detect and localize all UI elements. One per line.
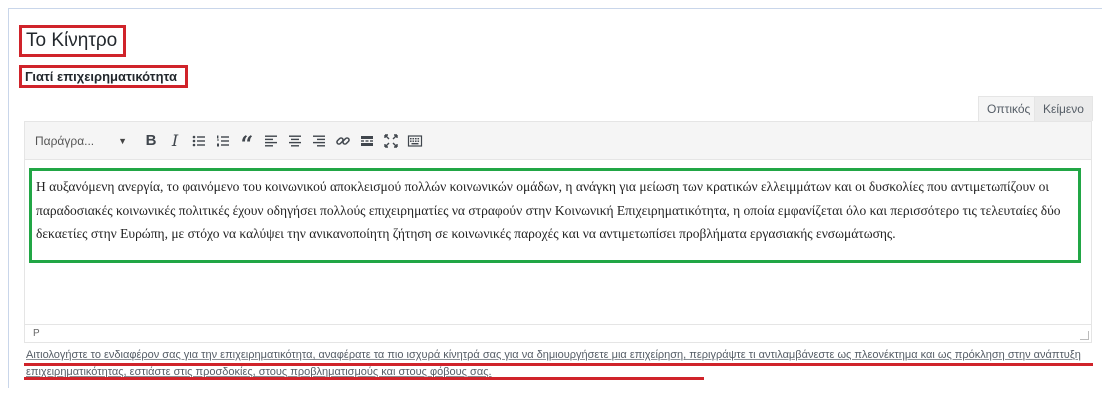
element-path: P (25, 324, 1091, 342)
field-label: Γιατί επιχειρηματικότητα (19, 65, 188, 88)
italic-button[interactable]: I (164, 130, 186, 152)
editor-content[interactable]: Η αυξανόμενη ανεργία, το φαινόμενο του κ… (29, 168, 1081, 263)
tab-visual[interactable]: Οπτικός (978, 96, 1040, 121)
align-center-button[interactable] (284, 130, 306, 152)
highlight-underline (24, 363, 1093, 366)
insert-link-button[interactable] (332, 130, 354, 152)
highlight-underline (24, 377, 704, 380)
numbered-list-button[interactable] (212, 130, 234, 152)
section-title: Το Κίνητρο (19, 25, 127, 57)
bold-button[interactable]: B (140, 130, 162, 152)
toolbar-toggle-button[interactable] (404, 130, 426, 152)
read-more-button[interactable] (356, 130, 378, 152)
bullet-list-button[interactable] (188, 130, 210, 152)
blockquote-button[interactable]: “ (236, 126, 258, 156)
fullscreen-button[interactable] (380, 130, 402, 152)
rich-text-editor: Παράγρα... ▼ B I “ Η αυξανόμενη ανεργία,… (24, 121, 1092, 343)
editor-toolbar: Παράγρα... ▼ B I “ (25, 122, 1091, 160)
link-icon (336, 136, 350, 145)
format-select[interactable]: Παράγρα... ▼ (35, 130, 131, 152)
numbered-list-icon (217, 135, 229, 146)
align-right-button[interactable] (308, 130, 330, 152)
italic-icon: I (171, 131, 179, 150)
format-select-value: Παράγρα... (35, 133, 95, 148)
bold-icon: B (145, 132, 157, 149)
tab-text[interactable]: Κείμενο (1034, 96, 1093, 121)
align-center-icon (289, 135, 301, 146)
fullscreen-icon (384, 133, 398, 148)
element-path-label: P (33, 328, 40, 339)
chevron-down-icon: ▼ (118, 135, 127, 146)
quote-icon: “ (240, 131, 254, 158)
align-left-button[interactable] (260, 130, 282, 152)
keyboard-icon (407, 134, 423, 147)
resize-handle[interactable] (1080, 331, 1089, 340)
read-more-icon (361, 135, 373, 146)
align-right-icon (313, 135, 325, 146)
bullet-list-icon (192, 135, 205, 146)
align-left-icon (265, 135, 277, 146)
